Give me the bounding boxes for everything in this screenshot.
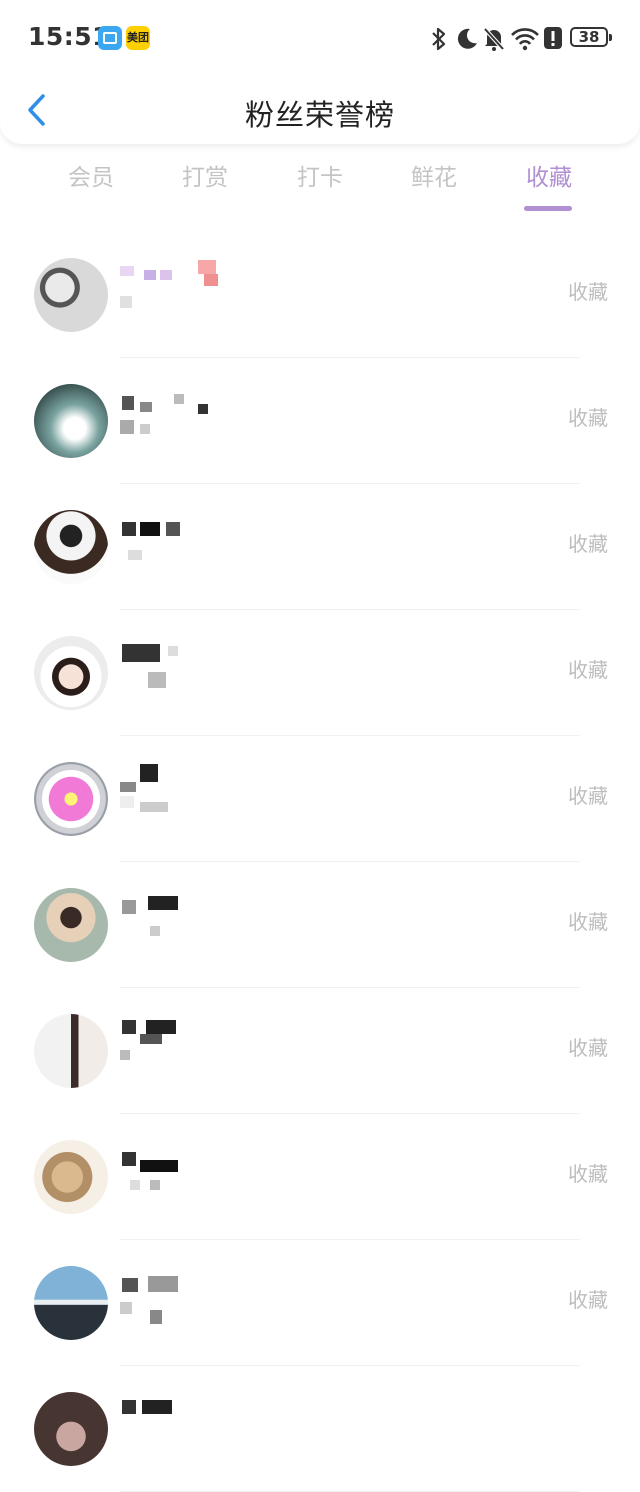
fan-name-pixelated xyxy=(120,512,220,536)
fan-name-pixelated xyxy=(120,764,220,792)
fan-subtext-pixelated xyxy=(120,292,190,312)
fan-subtext-pixelated xyxy=(120,1300,190,1324)
fan-name-pixelated xyxy=(120,1268,220,1292)
avatar[interactable] xyxy=(34,762,108,836)
fan-name-pixelated xyxy=(120,638,220,662)
wifi-icon xyxy=(511,28,539,51)
fan-row[interactable]: 收藏 xyxy=(0,736,640,862)
alert-icon xyxy=(544,27,562,49)
favorite-label[interactable]: 收藏 xyxy=(568,780,608,809)
fan-row[interactable]: 收藏 xyxy=(0,610,640,736)
avatar[interactable] xyxy=(34,510,108,584)
favorite-label[interactable]: 收藏 xyxy=(568,276,608,305)
favorite-label[interactable]: 收藏 xyxy=(568,528,608,557)
active-tab-indicator xyxy=(524,206,572,211)
fan-row[interactable]: 收藏 xyxy=(0,232,640,358)
favorite-label[interactable]: 收藏 xyxy=(568,1158,608,1187)
header-bar: 粉丝荣誉榜 xyxy=(0,76,640,144)
bell-muted-icon xyxy=(483,27,505,51)
fan-subtext-pixelated xyxy=(120,544,190,564)
tab-member[interactable]: 会员 xyxy=(41,158,141,192)
battery-indicator: 38 xyxy=(570,27,612,47)
avatar[interactable] xyxy=(34,636,108,710)
fan-subtext-pixelated xyxy=(120,670,190,690)
avatar[interactable] xyxy=(34,1140,108,1214)
fan-name-pixelated xyxy=(120,1394,220,1418)
fan-subtext-pixelated xyxy=(120,1426,190,1446)
fan-subtext-pixelated xyxy=(120,1174,190,1194)
tab-favorite[interactable]: 收藏 xyxy=(499,158,599,192)
fan-name-pixelated xyxy=(120,1142,220,1172)
favorite-label[interactable]: 收藏 xyxy=(568,402,608,431)
fan-subtext-pixelated xyxy=(120,1048,190,1068)
tab-bar: 会员 打赏 打卡 鲜花 收藏 xyxy=(0,158,640,216)
avatar[interactable] xyxy=(34,1014,108,1088)
fan-name-pixelated xyxy=(120,890,220,914)
favorite-label[interactable]: 收藏 xyxy=(568,906,608,935)
fan-list: 收藏 收藏 收藏 收藏 收藏 收藏 收藏 收藏 收藏 xyxy=(0,232,640,1492)
status-bar: 15:51 美团 38 xyxy=(0,0,640,76)
avatar[interactable] xyxy=(34,258,108,332)
avatar[interactable] xyxy=(34,384,108,458)
favorite-label[interactable]: 收藏 xyxy=(568,1284,608,1313)
fan-row[interactable]: 收藏 xyxy=(0,862,640,988)
fan-row[interactable]: 收藏 xyxy=(0,1114,640,1240)
tab-flower[interactable]: 鲜花 xyxy=(384,158,484,192)
tab-reward[interactable]: 打赏 xyxy=(155,158,255,192)
meituan-app-icon: 美团 xyxy=(126,26,150,50)
avatar[interactable] xyxy=(34,888,108,962)
tab-checkin[interactable]: 打卡 xyxy=(270,158,370,192)
avatar[interactable] xyxy=(34,1266,108,1340)
fan-subtext-pixelated xyxy=(120,796,190,816)
bluetooth-icon xyxy=(432,27,446,51)
fan-row[interactable]: 收藏 xyxy=(0,484,640,610)
favorite-label[interactable]: 收藏 xyxy=(568,1032,608,1061)
fan-subtext-pixelated xyxy=(120,922,190,942)
moon-icon xyxy=(457,28,477,49)
fan-subtext-pixelated xyxy=(120,418,190,438)
page-title: 粉丝荣誉榜 xyxy=(244,98,395,132)
fan-row[interactable] xyxy=(0,1366,640,1492)
avatar[interactable] xyxy=(34,1392,108,1466)
fan-name-pixelated xyxy=(120,1016,220,1044)
favorite-label[interactable]: 收藏 xyxy=(568,654,608,683)
fan-name-pixelated xyxy=(120,260,220,286)
fan-name-pixelated xyxy=(120,386,220,414)
fan-row[interactable]: 收藏 xyxy=(0,358,640,484)
fan-row[interactable]: 收藏 xyxy=(0,988,640,1114)
fan-row[interactable]: 收藏 xyxy=(0,1240,640,1366)
book-app-icon xyxy=(98,26,122,50)
